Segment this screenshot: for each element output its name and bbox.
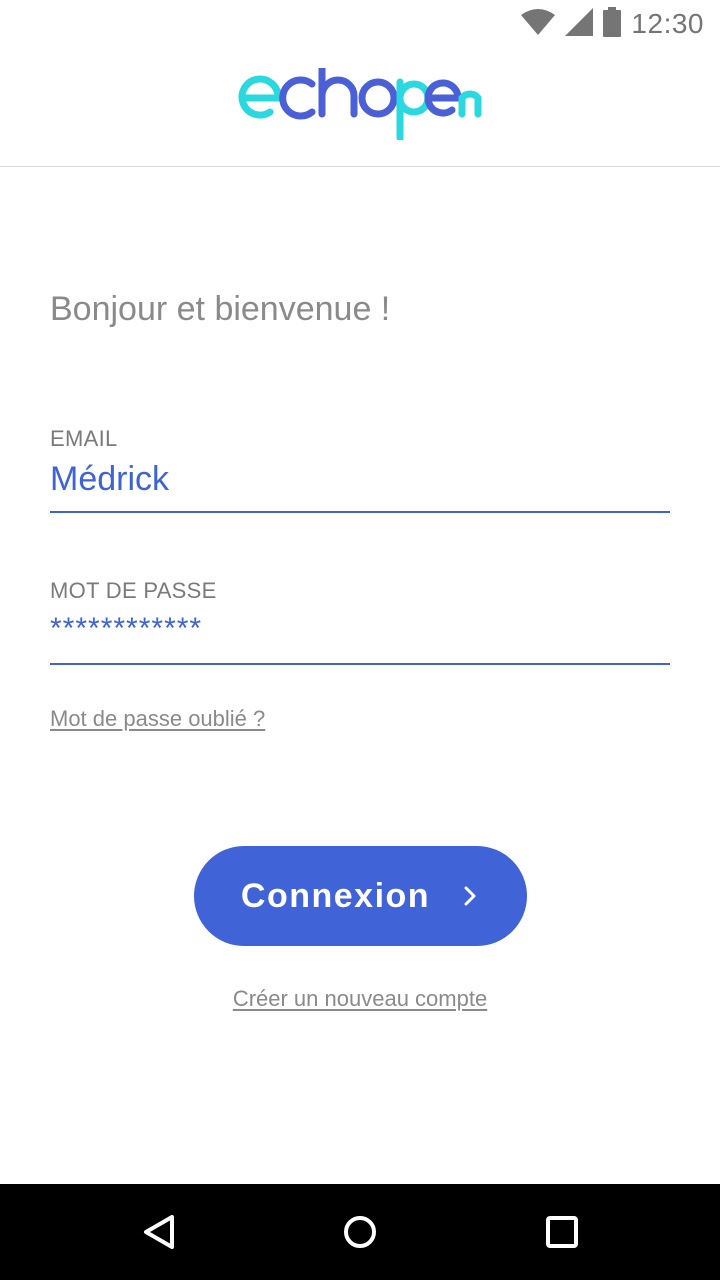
email-underline [50,511,670,513]
login-button-label: Connexion [240,876,431,915]
email-label: EMAIL [50,426,118,451]
welcome-heading: Bonjour et bienvenue ! [50,290,391,328]
chevron-right-icon [464,886,476,906]
wifi-icon [521,8,556,40]
status-icons: 12:30 [521,6,704,42]
password-underline [50,663,670,665]
status-bar: 12:30 [0,0,720,48]
echopen-logo [238,68,482,140]
navigation-bar [0,1184,720,1280]
create-account-link[interactable]: Créer un nouveau compte [233,986,487,1011]
recents-button[interactable] [532,1202,592,1262]
back-icon [144,1215,174,1249]
back-button[interactable] [130,1202,190,1262]
app-header [0,48,720,167]
login-button[interactable]: Connexion [194,846,527,946]
home-button[interactable] [330,1202,390,1262]
email-field[interactable]: Médrick [50,460,670,504]
password-label: MOT DE PASSE [50,578,217,603]
password-field[interactable]: ************ [50,612,670,652]
battery-icon [603,6,622,42]
forgot-password-link[interactable]: Mot de passe oublié ? [50,706,265,732]
status-time: 12:30 [631,8,704,39]
cellular-signal-icon [565,7,594,41]
create-account-row: Créer un nouveau compte [0,986,720,1012]
home-icon [344,1216,376,1248]
recents-icon [546,1216,578,1248]
